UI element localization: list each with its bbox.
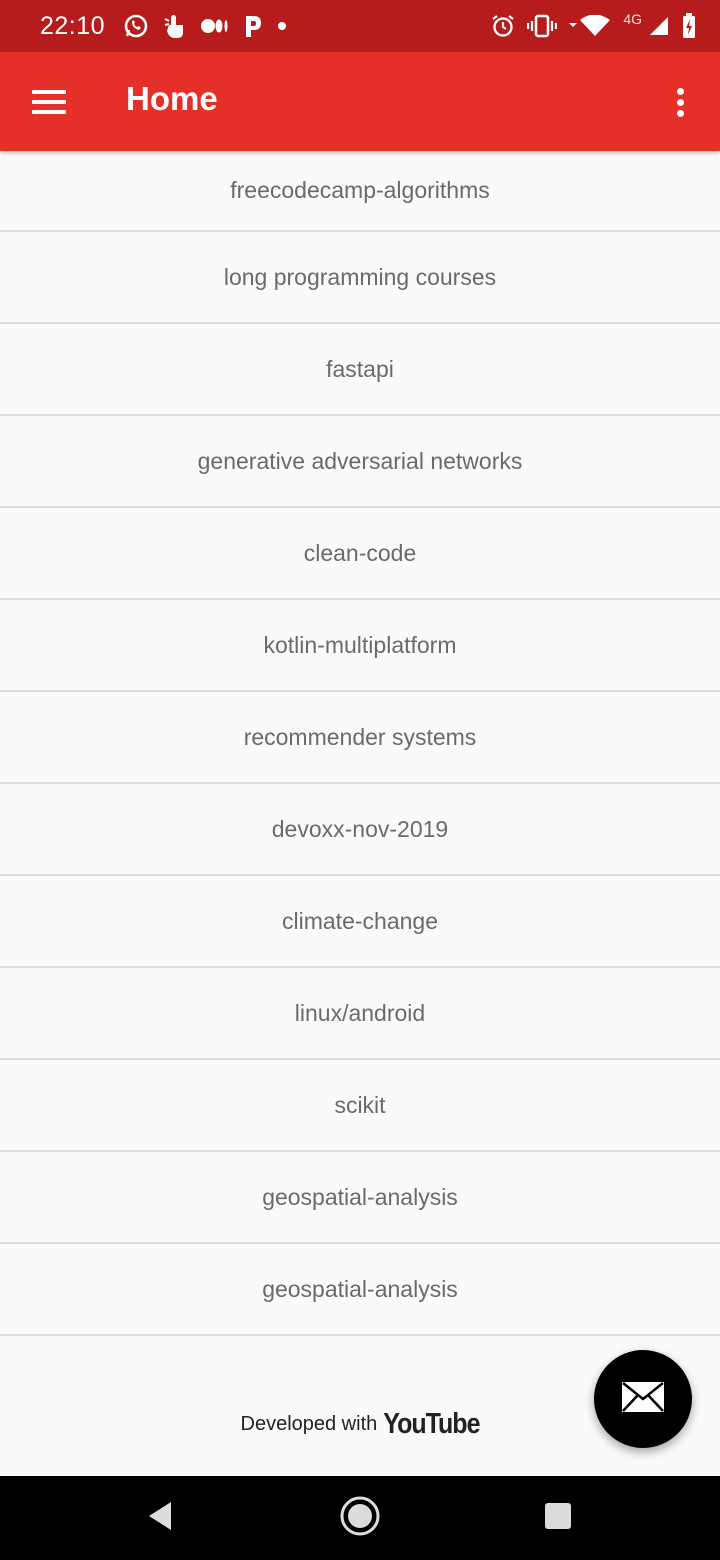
- p-icon: [243, 14, 263, 38]
- youtube-wordmark: YouTube: [383, 1407, 480, 1440]
- menu-line: [32, 110, 66, 114]
- mail-fab-button[interactable]: [594, 1350, 692, 1448]
- status-time: 22:10: [40, 11, 106, 40]
- battery-charging-icon: [682, 13, 696, 39]
- list-item[interactable]: scikit: [0, 1060, 720, 1152]
- alarm-icon: [491, 14, 515, 38]
- vibrate-icon: [527, 14, 558, 38]
- wifi-icon: [569, 15, 611, 37]
- list-item[interactable]: freecodecamp-algorithms: [0, 151, 720, 232]
- list-item[interactable]: devoxx-nov-2019: [0, 784, 720, 876]
- dot: [677, 88, 684, 95]
- footer-prefix: Developed with: [240, 1412, 378, 1435]
- topic-list: freecodecamp-algorithms long programming…: [0, 151, 720, 1336]
- home-icon: [340, 1496, 380, 1541]
- whatsapp-icon: [123, 13, 149, 39]
- network-type-label: 4G: [623, 11, 642, 27]
- dot: [677, 110, 684, 117]
- menu-line: [32, 100, 66, 104]
- list-item[interactable]: geospatial-analysis: [0, 1152, 720, 1244]
- list-item[interactable]: kotlin-multiplatform: [0, 600, 720, 692]
- home-button[interactable]: [300, 1476, 420, 1560]
- list-item[interactable]: long programming courses: [0, 232, 720, 324]
- menu-line: [32, 90, 66, 94]
- app-bar: Home: [0, 52, 720, 151]
- back-button[interactable]: [100, 1476, 220, 1560]
- medium-icon: [201, 18, 229, 34]
- list-item[interactable]: geospatial-analysis: [0, 1244, 720, 1336]
- signal-icon: [648, 15, 670, 37]
- touch-icon: [163, 13, 187, 39]
- system-icons: 4G: [491, 11, 696, 39]
- dot: [677, 99, 684, 106]
- list-item[interactable]: fastapi: [0, 324, 720, 416]
- list-item[interactable]: clean-code: [0, 508, 720, 600]
- overflow-menu-button[interactable]: [664, 84, 696, 120]
- list-item[interactable]: generative adversarial networks: [0, 416, 720, 508]
- recents-icon: [544, 1502, 572, 1535]
- mail-icon: [621, 1381, 665, 1418]
- dot-icon: [277, 21, 287, 31]
- system-navigation-bar: [0, 1476, 720, 1560]
- navigation-menu-button[interactable]: [28, 84, 70, 120]
- recents-button[interactable]: [498, 1476, 618, 1560]
- notification-icons: [123, 13, 287, 39]
- list-item[interactable]: recommender systems: [0, 692, 720, 784]
- back-icon: [147, 1501, 173, 1536]
- list-item[interactable]: climate-change: [0, 876, 720, 968]
- page-title: Home: [126, 80, 218, 117]
- status-bar: 22:10 4G: [0, 0, 720, 52]
- list-item[interactable]: linux/android: [0, 968, 720, 1060]
